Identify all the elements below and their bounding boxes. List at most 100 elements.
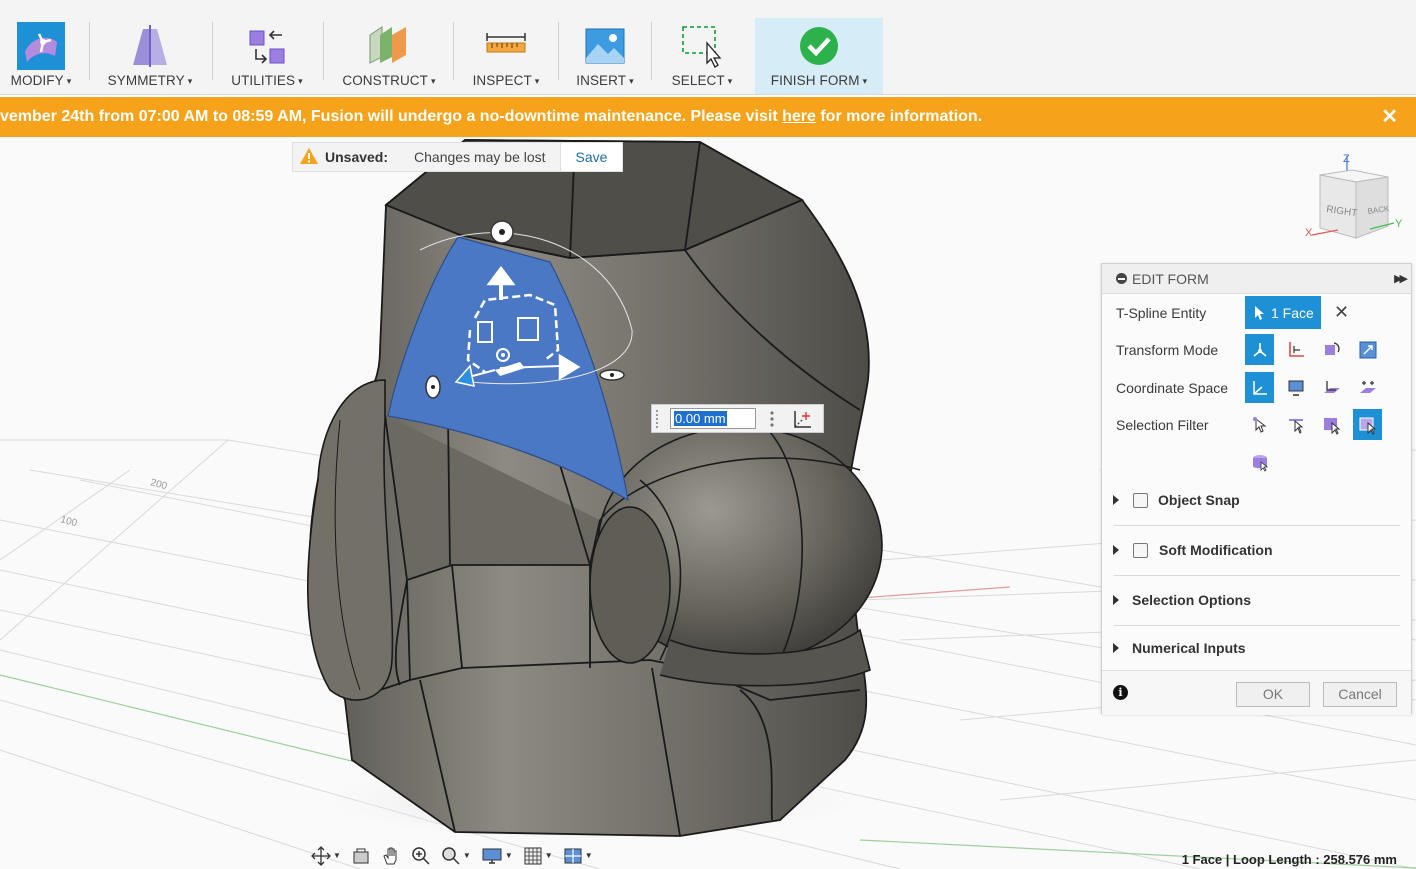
insert-label: INSERT [576, 73, 627, 88]
toolbar-divider [89, 22, 90, 80]
axis-toggle-icon[interactable] [792, 408, 814, 430]
zoom-icon [412, 846, 430, 865]
insert-icon [580, 21, 630, 71]
edit-form-header: EDIT FORM ▶▶ [1102, 264, 1411, 294]
numerical-inputs-section[interactable]: Numerical Inputs [1102, 625, 1411, 670]
toolbar: MODIFY ▾ SYMMETRY ▾ UTILITIES ▾ CONSTRUC… [0, 0, 1416, 95]
ok-button[interactable]: OK [1236, 682, 1310, 707]
world-space-icon[interactable] [1245, 372, 1274, 403]
symmetry-icon [125, 21, 175, 71]
coordinate-space-label: Coordinate Space [1116, 380, 1229, 396]
face-selection-button[interactable]: 1 Face [1245, 296, 1321, 329]
object-snap-checkbox[interactable] [1133, 492, 1148, 508]
view-space-icon[interactable] [1281, 372, 1310, 403]
select-icon [677, 21, 727, 71]
display-settings-icon [482, 848, 502, 864]
viewcube-y-label: Y [1395, 218, 1403, 230]
drag-handle[interactable] [656, 409, 664, 428]
display-settings-tool[interactable]: ▼ [481, 847, 513, 865]
viewports-tool[interactable]: ▼ [563, 847, 593, 865]
navigation-bar: ▼ ▼ ▼ ▼ ▼ [311, 842, 608, 869]
close-icon[interactable]: ✕ [1381, 97, 1398, 137]
construct-icon [364, 21, 414, 71]
chevron-down-icon: ▼ [544, 851, 553, 860]
face-selection-label: 1 Face [1271, 304, 1314, 321]
symmetry-menu[interactable]: SYMMETRY ▾ [100, 0, 200, 95]
object-snap-section[interactable]: Object Snap [1102, 475, 1411, 525]
inspect-menu[interactable]: INSPECT ▾ [463, 0, 549, 95]
grid-label-100: 100 [59, 514, 78, 529]
local-space-icon[interactable] [1317, 372, 1346, 403]
banner-text: vember 24th from 07:00 AM to 08:59 AM, F… [0, 108, 783, 125]
soft-modification-section[interactable]: Soft Modification [1102, 525, 1411, 575]
distance-input[interactable]: 0.00 mm [670, 408, 756, 429]
distance-input-box: 0.00 mm [651, 404, 824, 433]
viewcube-z-label: Z [1343, 153, 1350, 165]
body-filter-icon[interactable] [1245, 446, 1274, 477]
clear-selection-icon[interactable]: ✕ [1334, 302, 1349, 323]
cancel-button[interactable]: Cancel [1323, 682, 1397, 707]
modify-menu[interactable]: MODIFY ▾ [2, 0, 80, 95]
scale-icon[interactable] [1353, 334, 1382, 365]
left-arm [306, 379, 394, 701]
object-snap-label: Object Snap [1158, 492, 1240, 508]
chevron-down-icon: ▾ [66, 76, 72, 86]
look-at-tool[interactable] [351, 847, 371, 865]
utilities-label: UTILITIES [231, 73, 296, 88]
orbit-tool[interactable]: ▼ [311, 845, 341, 866]
toolbar-divider [323, 22, 324, 80]
rotation-icon[interactable] [1317, 334, 1346, 365]
utilities-menu[interactable]: UTILITIES ▾ [222, 0, 312, 95]
banner-link[interactable]: here [782, 108, 816, 125]
grid-settings-tool[interactable]: ▼ [523, 846, 553, 866]
zoom-window-tool[interactable]: ▼ [441, 846, 471, 866]
look-at-icon [353, 848, 369, 863]
cursor-icon [1255, 305, 1264, 320]
right-sphere [589, 426, 883, 687]
edge-filter-icon[interactable] [1281, 409, 1310, 440]
soft-modification-checkbox[interactable] [1133, 542, 1148, 558]
save-button[interactable]: Save [560, 143, 622, 171]
expand-arrow-icon [1113, 595, 1119, 605]
select-menu[interactable]: SELECT ▾ [662, 0, 742, 95]
distance-value: 0.00 mm [674, 411, 727, 426]
collapse-icon[interactable] [1116, 273, 1127, 284]
selection-options-section[interactable]: Selection Options [1102, 575, 1411, 625]
toolbar-divider [651, 22, 652, 80]
construct-menu[interactable]: CONSTRUCT ▾ [334, 0, 444, 95]
viewports-icon [564, 848, 582, 863]
zoom-tool[interactable] [411, 846, 431, 866]
translation-icon[interactable] [1281, 334, 1310, 365]
expand-arrow-icon [1113, 642, 1119, 653]
multi-transform-icon[interactable] [1245, 334, 1274, 365]
finish-form-label: FINISH FORM [770, 73, 860, 88]
vertex-filter-icon[interactable] [1245, 409, 1274, 440]
selection-status: 1 Face | Loop Length : 258.576 mm [1181, 852, 1397, 867]
more-options-icon[interactable] [770, 410, 774, 428]
face-filter-icon[interactable] [1317, 409, 1346, 440]
chevron-down-icon: ▾ [629, 76, 634, 86]
info-icon[interactable]: i [1113, 685, 1128, 700]
chevron-down-icon: ▾ [727, 76, 733, 86]
grid-icon [524, 847, 542, 864]
expand-arrow-icon [1113, 545, 1119, 555]
viewcube[interactable]: Z RIGHT BACK X Y [1300, 150, 1410, 245]
chevron-down-icon: ▼ [462, 851, 471, 860]
per-face-space-icon[interactable] [1353, 372, 1382, 403]
insert-menu[interactable]: INSERT ▾ [568, 0, 642, 95]
expand-arrow-icon [1113, 495, 1119, 505]
tspline-entity-label: T-Spline Entity [1116, 305, 1207, 321]
modify-label: MODIFY [10, 73, 64, 88]
viewcube-x-label: X [1305, 227, 1313, 239]
banner-text-end: for more information. [815, 108, 983, 125]
pan-tool[interactable] [381, 846, 401, 866]
modify-icon [16, 21, 66, 71]
edit-form-title: EDIT FORM [1132, 270, 1209, 287]
object-filter-icon[interactable] [1353, 409, 1382, 440]
pan-icon [383, 847, 397, 864]
transform-mode-label: Transform Mode [1116, 342, 1219, 358]
finish-form-button[interactable]: FINISH FORM ▾ [755, 18, 883, 94]
expand-icon[interactable]: ▶▶ [1394, 272, 1408, 285]
edit-form-footer: i OK Cancel [1102, 670, 1411, 715]
unsaved-notice: Unsaved: Changes may be lost Save [292, 142, 623, 172]
